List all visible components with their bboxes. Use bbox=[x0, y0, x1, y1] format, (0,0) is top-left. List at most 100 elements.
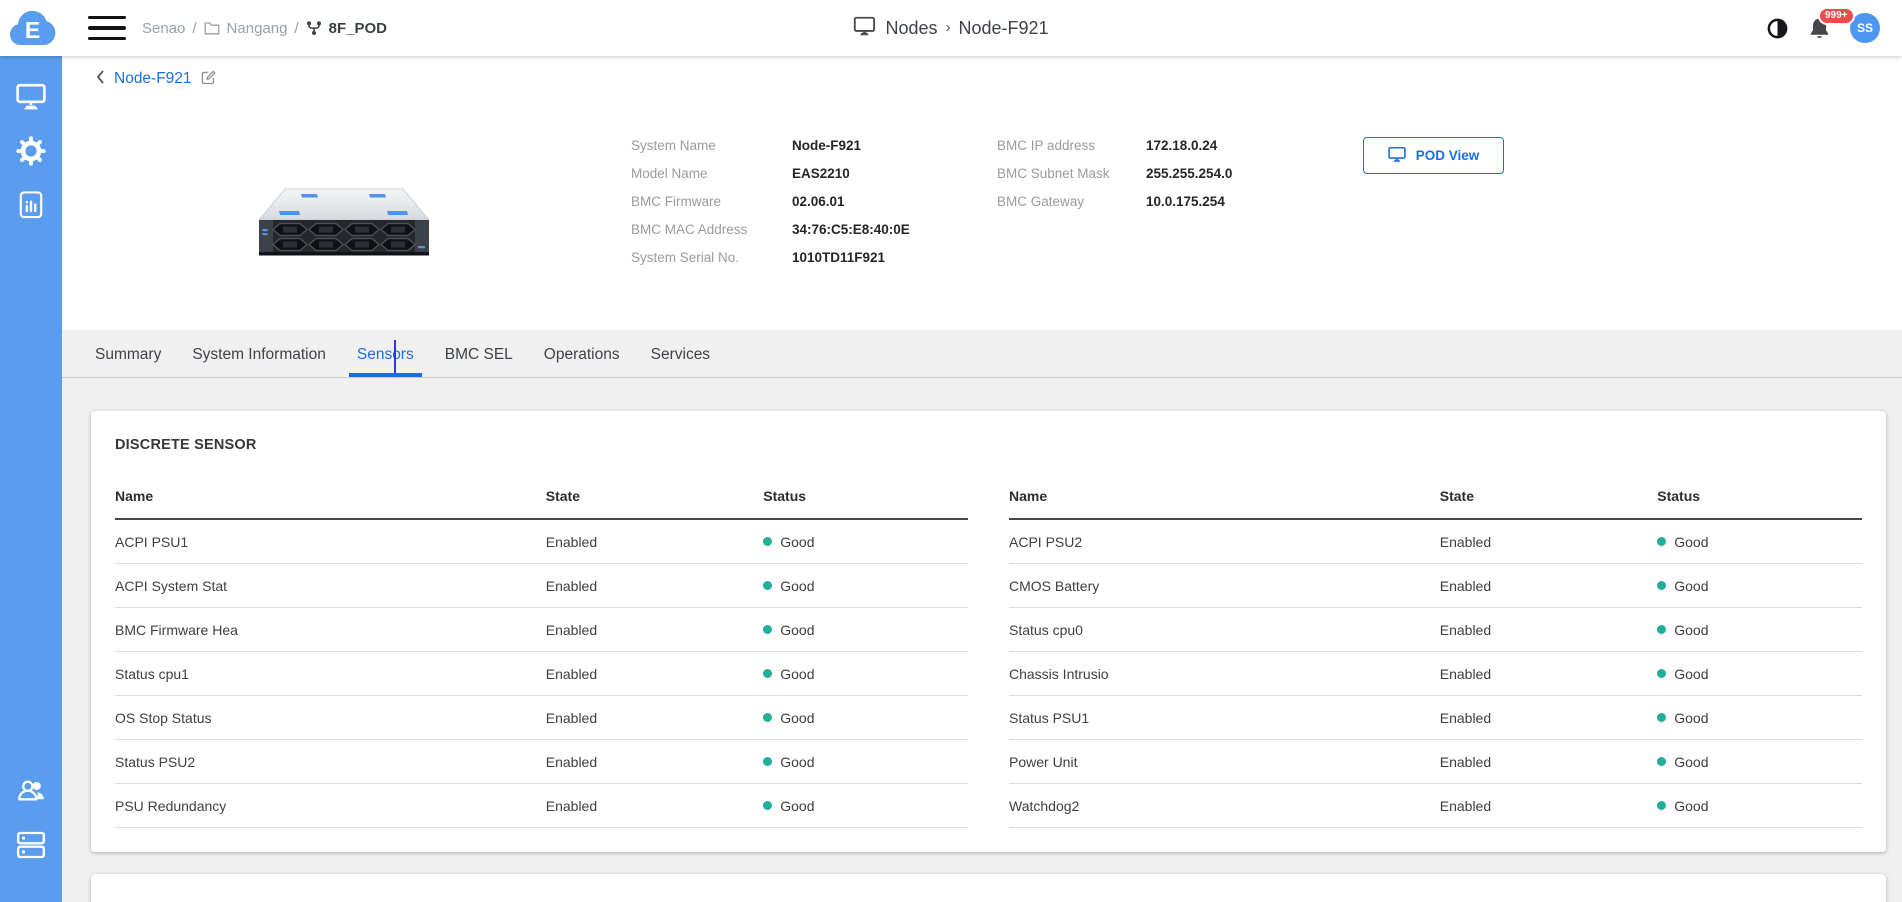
table-row: Status cpu0 Enabled Good bbox=[1009, 608, 1862, 652]
folder-icon bbox=[204, 21, 220, 35]
sidebar-gear-icon[interactable] bbox=[16, 136, 46, 166]
dark-mode-contrast-icon[interactable] bbox=[1766, 17, 1789, 40]
table-row: Status PSU2 Enabled Good bbox=[115, 740, 968, 784]
sensor-name: OS Stop Status bbox=[115, 710, 546, 726]
table-row: Status PSU1 Enabled Good bbox=[1009, 696, 1862, 740]
table-row: Power Unit Enabled Good bbox=[1009, 740, 1862, 784]
title-page: Node-F921 bbox=[958, 18, 1048, 39]
sensor-name: BMC Firmware Hea bbox=[115, 622, 546, 638]
info-value: 10.0.175.254 bbox=[1146, 194, 1225, 209]
pod-view-label: POD View bbox=[1416, 148, 1480, 163]
status-good-dot bbox=[763, 537, 772, 546]
status-good-dot bbox=[1657, 757, 1666, 766]
server-image bbox=[249, 184, 439, 271]
tab[interactable]: System Information bbox=[190, 346, 328, 377]
tab[interactable]: Sensors bbox=[349, 346, 422, 377]
breadcrumb-separator: / bbox=[192, 20, 196, 37]
back-link-node[interactable]: Node-F921 bbox=[114, 70, 192, 88]
table-header-row: Name State Status bbox=[115, 478, 968, 520]
info-value: Node-F921 bbox=[792, 138, 861, 153]
topbar: E Senao / Nangang / 8F_POD Nodes bbox=[0, 0, 1902, 56]
sensor-state: Enabled bbox=[1440, 666, 1658, 682]
status-label: Good bbox=[780, 710, 814, 726]
sensor-state: Enabled bbox=[546, 754, 764, 770]
info-field: System Serial No. 1010TD11F921 bbox=[631, 243, 910, 271]
breadcrumb-org[interactable]: Senao bbox=[142, 20, 185, 37]
sensor-state: Enabled bbox=[546, 666, 764, 682]
tab[interactable]: Summary bbox=[93, 346, 163, 377]
column-header-name: Name bbox=[1009, 488, 1440, 504]
sensor-state: Enabled bbox=[1440, 534, 1658, 550]
sidebar-users-icon[interactable] bbox=[16, 776, 46, 806]
sensor-name: Status PSU1 bbox=[1009, 710, 1440, 726]
info-field: BMC Gateway 10.0.175.254 bbox=[997, 187, 1232, 215]
sensor-status: Good bbox=[1657, 666, 1862, 682]
next-card-top-edge bbox=[91, 874, 1886, 902]
breadcrumb-site[interactable]: Nangang bbox=[227, 20, 288, 37]
page-title: Nodes › Node-F921 bbox=[853, 0, 1048, 56]
info-field: System Name Node-F921 bbox=[631, 131, 910, 159]
table-row: OS Stop Status Enabled Good bbox=[115, 696, 968, 740]
notifications-bell-icon[interactable]: 999+ bbox=[1807, 16, 1832, 41]
sensor-name: Watchdog2 bbox=[1009, 798, 1440, 814]
status-good-dot bbox=[1657, 537, 1666, 546]
info-field: BMC IP address 172.18.0.24 bbox=[997, 131, 1232, 159]
nodes-monitor-icon bbox=[853, 16, 875, 41]
sensor-state: Enabled bbox=[1440, 578, 1658, 594]
sensor-state: Enabled bbox=[1440, 710, 1658, 726]
status-label: Good bbox=[780, 578, 814, 594]
tab[interactable]: Services bbox=[649, 346, 712, 377]
status-label: Good bbox=[1674, 710, 1708, 726]
status-label: Good bbox=[1674, 798, 1708, 814]
main-content: Node-F921 bbox=[62, 56, 1902, 902]
edit-node-icon[interactable] bbox=[201, 68, 216, 90]
info-field: Model Name EAS2210 bbox=[631, 159, 910, 187]
status-good-dot bbox=[763, 581, 772, 590]
table-row: BMC Firmware Hea Enabled Good bbox=[115, 608, 968, 652]
status-label: Good bbox=[1674, 622, 1708, 638]
status-label: Good bbox=[1674, 578, 1708, 594]
sensor-state: Enabled bbox=[546, 622, 764, 638]
info-value: 172.18.0.24 bbox=[1146, 138, 1217, 153]
sensor-tables: Name State Status ACPI PSU1 Enabled Good bbox=[115, 478, 1862, 828]
sensor-name: ACPI System Stat bbox=[115, 578, 546, 594]
back-chevron-icon[interactable] bbox=[95, 69, 105, 90]
info-field: BMC MAC Address 34:76:C5:E8:40:0E bbox=[631, 215, 910, 243]
cloud-logo-icon[interactable]: E bbox=[6, 6, 58, 50]
sensor-table-right: Name State Status ACPI PSU2 Enabled Good bbox=[1009, 478, 1862, 828]
pod-view-button[interactable]: POD View bbox=[1363, 137, 1504, 174]
table-row: ACPI PSU1 Enabled Good bbox=[115, 520, 968, 564]
status-good-dot bbox=[1657, 625, 1666, 634]
sensor-status: Good bbox=[1657, 578, 1862, 594]
sidebar-monitor-icon[interactable] bbox=[16, 82, 46, 112]
sensor-status: Good bbox=[763, 710, 968, 726]
sensor-state: Enabled bbox=[546, 578, 764, 594]
column-header-status: Status bbox=[763, 488, 968, 504]
status-label: Good bbox=[1674, 534, 1708, 550]
sidebar-rack-icon[interactable] bbox=[16, 830, 46, 860]
sensor-status: Good bbox=[763, 798, 968, 814]
sensor-status: Good bbox=[763, 622, 968, 638]
info-label: BMC Firmware bbox=[631, 194, 792, 209]
discrete-sensor-title: DISCRETE SENSOR bbox=[115, 437, 1862, 453]
breadcrumb-pod[interactable]: 8F_POD bbox=[329, 20, 387, 37]
info-label: BMC IP address bbox=[997, 138, 1146, 153]
tab[interactable]: BMC SEL bbox=[443, 346, 515, 377]
table-row: CMOS Battery Enabled Good bbox=[1009, 564, 1862, 608]
sensor-status: Good bbox=[1657, 754, 1862, 770]
sidebar bbox=[0, 56, 62, 902]
table-row: PSU Redundancy Enabled Good bbox=[115, 784, 968, 828]
info-value: 1010TD11F921 bbox=[792, 250, 885, 265]
status-label: Good bbox=[780, 622, 814, 638]
sensor-name: Status PSU2 bbox=[115, 754, 546, 770]
menu-hamburger-icon[interactable] bbox=[88, 16, 126, 41]
info-value: EAS2210 bbox=[792, 166, 850, 181]
table-row: Watchdog2 Enabled Good bbox=[1009, 784, 1862, 828]
node-detail-section: Summary System Information Sensors BMC S… bbox=[62, 330, 1902, 902]
info-field: BMC Subnet Mask 255.255.254.0 bbox=[997, 159, 1232, 187]
sidebar-bar-chart-icon[interactable] bbox=[16, 190, 46, 220]
pod-fork-icon bbox=[306, 20, 322, 36]
status-good-dot bbox=[763, 801, 772, 810]
status-label: Good bbox=[780, 666, 814, 682]
tab[interactable]: Operations bbox=[542, 346, 622, 377]
